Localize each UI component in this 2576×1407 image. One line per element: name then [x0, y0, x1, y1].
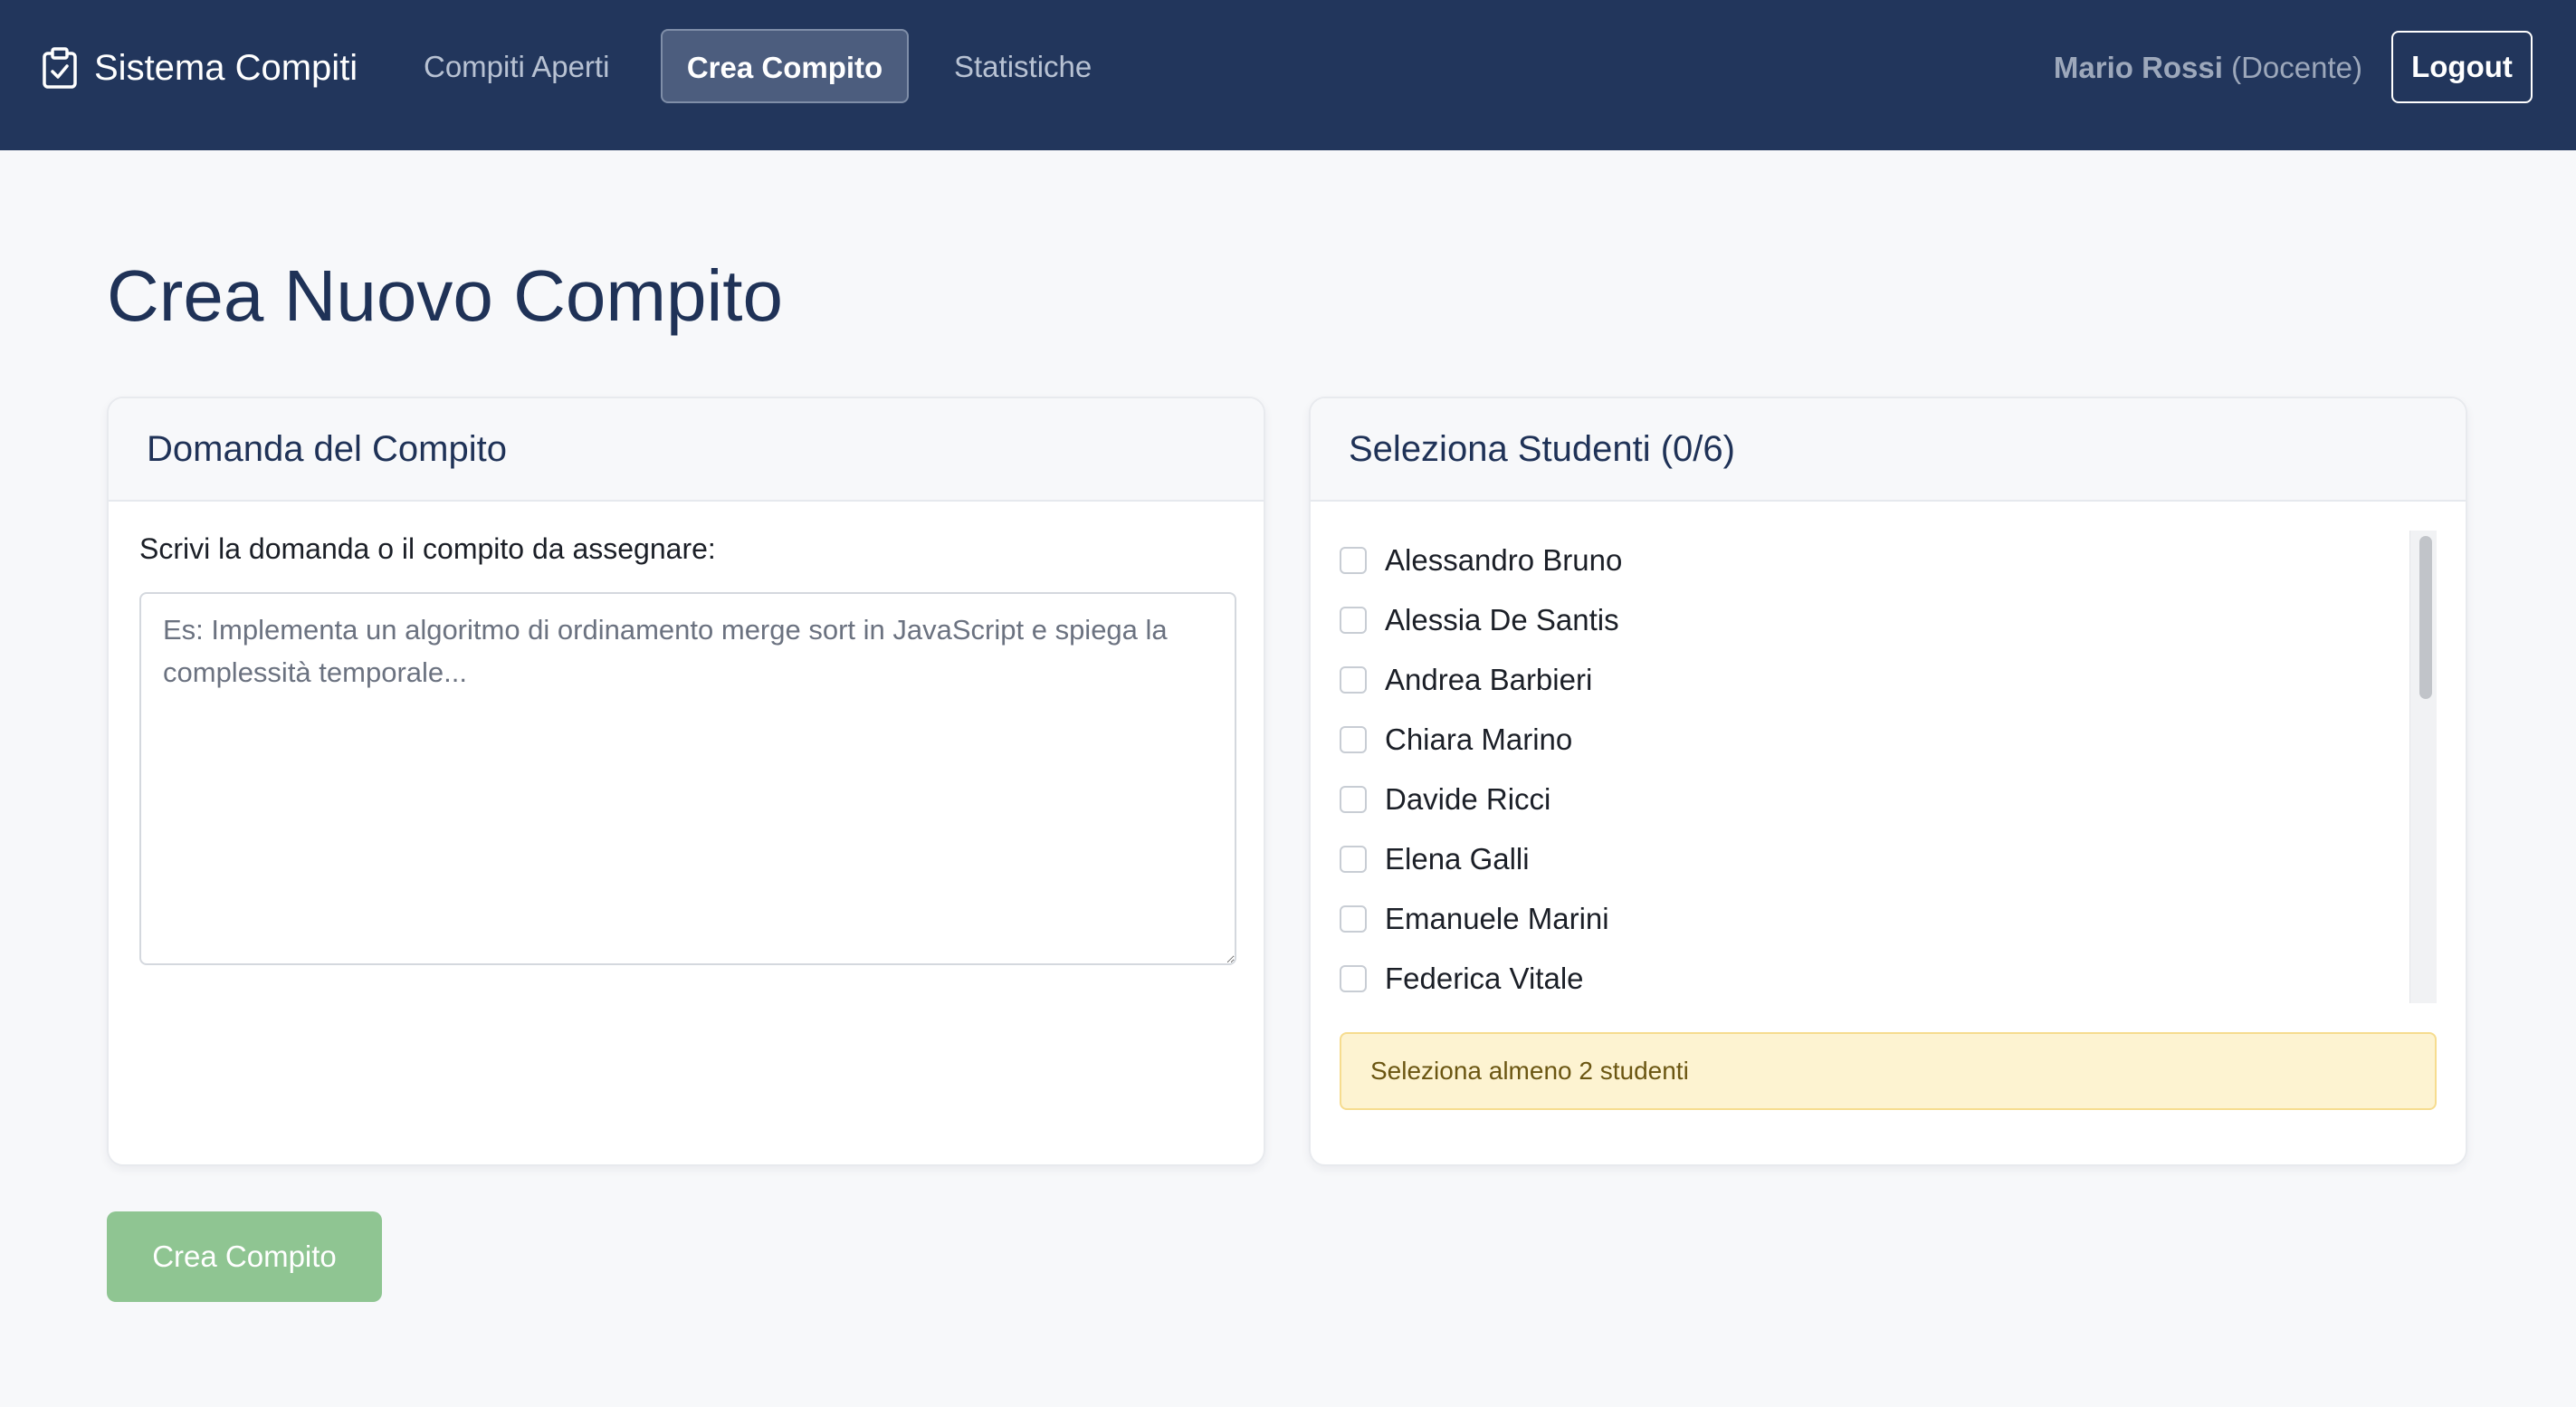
student-checkbox[interactable]: [1340, 905, 1367, 933]
student-checkbox[interactable]: [1340, 965, 1367, 992]
logout-button[interactable]: Logout: [2391, 31, 2533, 103]
scrollbar-thumb[interactable]: [2419, 536, 2432, 699]
student-name: Davide Ricci: [1385, 782, 1551, 816]
top-navbar: Sistema Compiti Compiti Aperti Crea Comp…: [0, 0, 2576, 150]
user-name: Mario Rossi: [2053, 51, 2223, 84]
students-card-header: Seleziona Studenti (0/6): [1311, 398, 2466, 502]
clipboard-check-icon: [42, 46, 78, 90]
question-card: Domanda del Compito Scrivi la domanda o …: [107, 397, 1265, 1166]
student-name: Chiara Marino: [1385, 723, 1573, 756]
question-field-label: Scrivi la domanda o il compito da assegn…: [139, 532, 716, 565]
nav-link-crea-compito[interactable]: Crea Compito: [661, 29, 909, 103]
student-checkbox[interactable]: [1340, 786, 1367, 813]
student-name: Alessandro Bruno: [1385, 543, 1623, 577]
students-card: Seleziona Studenti (0/6) Alessandro Brun…: [1309, 397, 2467, 1166]
student-item[interactable]: Alessandro Bruno: [1340, 531, 2408, 590]
user-role: (Docente): [2231, 51, 2362, 84]
student-name: Alessia De Santis: [1385, 603, 1619, 636]
student-name: Emanuele Marini: [1385, 902, 1609, 935]
create-task-button[interactable]: Crea Compito: [107, 1211, 382, 1302]
student-item[interactable]: Alessia De Santis: [1340, 590, 2408, 650]
student-item[interactable]: Emanuele Marini: [1340, 889, 2408, 949]
student-item[interactable]: Chiara Marino: [1340, 710, 2408, 770]
student-list: Alessandro Bruno Alessia De Santis Andre…: [1340, 531, 2408, 1000]
brand-title: Sistema Compiti: [94, 47, 358, 88]
student-list-scrollbar[interactable]: [2409, 531, 2437, 1003]
student-checkbox[interactable]: [1340, 846, 1367, 873]
user-info: Mario Rossi (Docente): [2054, 45, 2362, 91]
student-checkbox[interactable]: [1340, 666, 1367, 694]
student-name: Andrea Barbieri: [1385, 663, 1593, 696]
student-item[interactable]: Davide Ricci: [1340, 770, 2408, 829]
student-item[interactable]: Elena Galli: [1340, 829, 2408, 889]
nav-link-statistiche[interactable]: Statistiche: [954, 29, 1092, 105]
student-checkbox[interactable]: [1340, 726, 1367, 753]
student-item[interactable]: Federica Vitale: [1340, 949, 2408, 1000]
student-checkbox[interactable]: [1340, 547, 1367, 574]
nav-link-compiti-aperti[interactable]: Compiti Aperti: [424, 29, 609, 105]
student-name: Federica Vitale: [1385, 962, 1584, 995]
student-item[interactable]: Andrea Barbieri: [1340, 650, 2408, 710]
brand[interactable]: Sistema Compiti: [42, 43, 358, 92]
question-textarea[interactable]: [139, 592, 1236, 965]
student-checkbox[interactable]: [1340, 607, 1367, 634]
page-title: Crea Nuovo Compito: [107, 255, 783, 336]
student-name: Elena Galli: [1385, 842, 1530, 876]
question-card-header: Domanda del Compito: [109, 398, 1264, 502]
warning-alert: Seleziona almeno 2 studenti: [1340, 1032, 2437, 1110]
